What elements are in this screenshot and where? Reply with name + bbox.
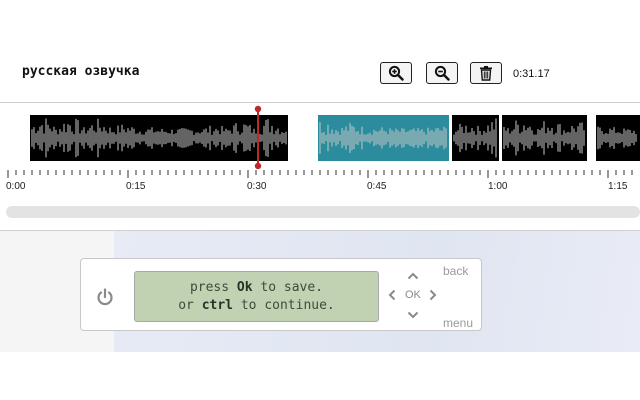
lcd-line-2: or ctrl to continue.: [178, 297, 335, 315]
bottom-blank-area: [0, 352, 640, 400]
tick-label: 1:00: [488, 181, 508, 192]
device-control-panel: press Ok to save. or ctrl to continue. O…: [80, 258, 482, 331]
right-arrow-button[interactable]: [429, 289, 437, 301]
zoom-in-icon: [388, 65, 404, 81]
tick-label: 0:15: [126, 181, 146, 192]
power-button[interactable]: [95, 287, 115, 307]
time-readout: 0:31.17: [513, 68, 550, 80]
track-title: русская озвучка: [22, 64, 140, 79]
chevron-up-icon: [407, 272, 419, 280]
lcd-key-ok: Ok: [236, 279, 253, 295]
horizontal-scrollbar[interactable]: [6, 206, 640, 218]
back-button[interactable]: back: [443, 264, 468, 278]
trash-icon: [480, 66, 492, 81]
power-icon: [97, 288, 113, 306]
left-arrow-button[interactable]: [388, 289, 396, 301]
zoom-out-button[interactable]: [426, 62, 458, 84]
menu-button[interactable]: menu: [443, 316, 473, 330]
lcd-key-ctrl: ctrl: [201, 297, 234, 313]
zoom-in-button[interactable]: [380, 62, 412, 84]
lcd-line-1: press Ok to save.: [190, 279, 323, 297]
tick-label: 0:00: [6, 181, 26, 192]
tick-label: 0:30: [247, 181, 267, 192]
waveform[interactable]: [0, 103, 640, 169]
chevron-left-icon: [388, 289, 396, 301]
ok-button[interactable]: OK: [405, 289, 421, 301]
tick-label: 1:15: [608, 181, 628, 192]
lcd-text: to continue.: [233, 297, 335, 313]
lcd-text: press: [189, 279, 237, 295]
down-arrow-button[interactable]: [407, 311, 419, 319]
zoom-out-icon: [434, 65, 450, 81]
waveform-track[interactable]: [0, 102, 640, 169]
lcd-screen: press Ok to save. or ctrl to continue.: [134, 271, 379, 322]
audio-clip[interactable]: [30, 115, 288, 161]
tick-label: 0:45: [367, 181, 387, 192]
lcd-text: to save.: [252, 279, 324, 295]
timeline-ruler[interactable]: 0:00 0:15 0:30 0:45 1:00 1:15: [0, 170, 640, 200]
chevron-right-icon: [429, 289, 437, 301]
up-arrow-button[interactable]: [407, 272, 419, 280]
lcd-text: or: [178, 297, 202, 313]
delete-button[interactable]: [470, 62, 502, 84]
audio-editor-panel: русская озвучка 0:31.17 0:00 0:15 0:30 0…: [0, 40, 640, 231]
chevron-down-icon: [407, 311, 419, 319]
ruler-ticks: [7, 170, 633, 178]
